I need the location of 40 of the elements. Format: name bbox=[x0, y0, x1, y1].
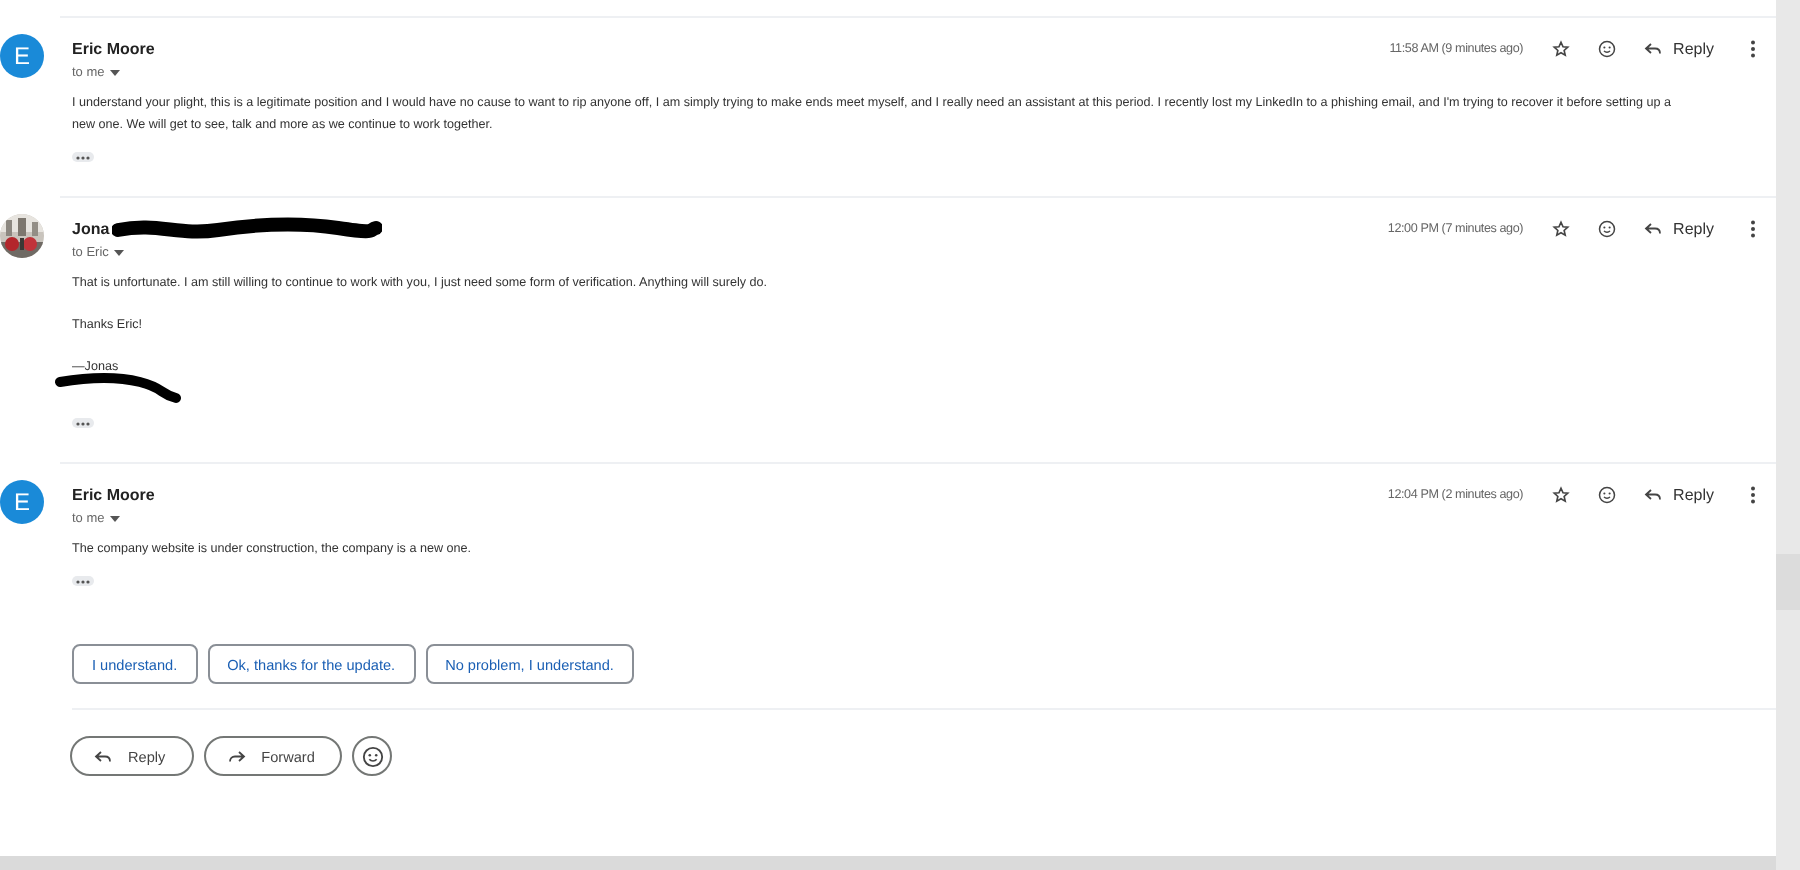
emoji-button[interactable] bbox=[1597, 39, 1616, 57]
emoji-button[interactable] bbox=[1597, 219, 1616, 237]
caret-icon bbox=[110, 516, 121, 522]
reply-button[interactable]: Reply bbox=[1643, 485, 1714, 503]
show-trimmed-button[interactable] bbox=[72, 152, 94, 162]
sender-name: Eric Moore bbox=[72, 485, 155, 503]
reply-arrow-icon bbox=[1643, 221, 1662, 235]
emoji-button[interactable] bbox=[352, 736, 393, 776]
reply-arrow-icon bbox=[1643, 41, 1662, 55]
reply-arrow-icon bbox=[94, 749, 112, 763]
show-trimmed-button[interactable] bbox=[72, 576, 94, 586]
avatar: E bbox=[0, 480, 44, 524]
scrollbar-thumb[interactable] bbox=[1776, 554, 1800, 610]
star-icon bbox=[1551, 39, 1570, 57]
reply-button[interactable]: Reply bbox=[1643, 39, 1714, 57]
star-button[interactable] bbox=[1551, 219, 1570, 237]
show-trimmed-button[interactable] bbox=[72, 418, 94, 428]
caret-icon bbox=[110, 70, 121, 76]
more-button[interactable] bbox=[1750, 485, 1756, 503]
star-button[interactable] bbox=[1551, 39, 1570, 57]
smiley-icon bbox=[1597, 219, 1616, 237]
reply-button[interactable]: Reply bbox=[1643, 219, 1714, 237]
star-icon bbox=[1551, 485, 1570, 503]
caret-icon bbox=[114, 250, 125, 256]
avatar: E bbox=[0, 34, 44, 78]
more-icon bbox=[1750, 39, 1756, 57]
more-icon bbox=[1750, 485, 1756, 503]
forward-arrow-icon bbox=[227, 749, 246, 763]
sender-name: Jona bbox=[72, 219, 110, 237]
sender-name: Eric Moore bbox=[72, 39, 155, 57]
smiley-icon bbox=[1597, 39, 1616, 57]
reply-arrow-icon bbox=[1643, 487, 1662, 501]
star-icon bbox=[1551, 219, 1570, 237]
smiley-icon bbox=[361, 745, 384, 767]
more-icon bbox=[1750, 219, 1756, 237]
more-button[interactable] bbox=[1750, 219, 1756, 237]
emoji-button[interactable] bbox=[1597, 485, 1616, 503]
smiley-icon bbox=[1597, 485, 1616, 503]
star-button[interactable] bbox=[1551, 485, 1570, 503]
more-button[interactable] bbox=[1750, 39, 1756, 57]
